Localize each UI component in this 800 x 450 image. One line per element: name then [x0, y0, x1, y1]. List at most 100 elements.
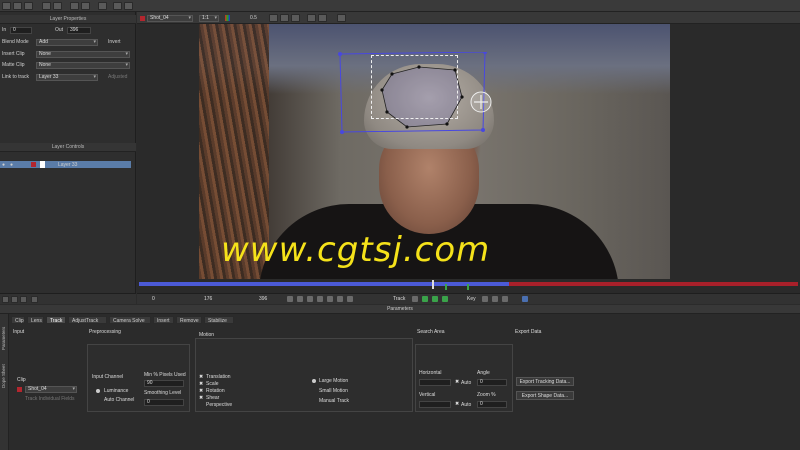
- blend-mode-select[interactable]: Add: [36, 39, 98, 46]
- mesh-toggle-icon[interactable]: [291, 14, 300, 22]
- viewer: Shot_04 1:1 0.5: [137, 12, 800, 280]
- eye-icon[interactable]: ●: [2, 162, 5, 168]
- luminance-radio[interactable]: [96, 389, 100, 393]
- adjusted-label: Adjusted: [108, 74, 128, 80]
- link-to-track-select[interactable]: Layer 33: [36, 74, 98, 81]
- keyframe-marker[interactable]: [467, 284, 469, 290]
- timeline[interactable]: [137, 280, 800, 293]
- track-backward-frame-icon[interactable]: [422, 296, 428, 302]
- expand-icon[interactable]: [31, 296, 38, 303]
- zoom-select[interactable]: 1:1: [199, 15, 219, 22]
- min-pixels-field[interactable]: 90: [144, 380, 184, 387]
- footage-frame[interactable]: www.cgtsj.com: [199, 24, 670, 279]
- keyframe-marker[interactable]: [445, 284, 447, 290]
- out-field[interactable]: 396: [67, 27, 91, 34]
- tab-track[interactable]: Track: [46, 316, 66, 324]
- add-layer-icon[interactable]: [2, 296, 9, 303]
- new-file-icon[interactable]: [2, 2, 11, 10]
- prev-key-icon[interactable]: [482, 296, 488, 302]
- move-handle-icon[interactable]: [469, 90, 493, 114]
- manual-track-label[interactable]: Manual Track: [319, 398, 349, 404]
- shear-check-icon[interactable]: ✖: [199, 395, 203, 401]
- frame-in[interactable]: 176: [204, 296, 212, 302]
- track-forward-frame-icon[interactable]: [432, 296, 438, 302]
- point-tool-icon[interactable]: [81, 2, 90, 10]
- invert-label[interactable]: Invert: [108, 38, 121, 47]
- layer-name: Layer 33: [58, 162, 78, 168]
- horizontal-field[interactable]: [419, 379, 451, 386]
- zoom-field[interactable]: 0: [477, 401, 507, 408]
- stop-icon[interactable]: [317, 296, 323, 302]
- track-individual-fields[interactable]: Track Individual Fields: [25, 396, 75, 402]
- clip-label: Clip: [17, 377, 26, 383]
- matte-clip-select[interactable]: None: [36, 62, 130, 69]
- redo-icon[interactable]: [53, 2, 62, 10]
- color-channels-icon[interactable]: [225, 15, 230, 21]
- add-key-icon[interactable]: [492, 296, 498, 302]
- insert-clip-label: Insert Clip: [2, 51, 25, 57]
- next-key-icon[interactable]: [502, 296, 508, 302]
- goto-end-icon[interactable]: [347, 296, 353, 302]
- insert-clip-select[interactable]: None: [36, 51, 130, 58]
- save-icon[interactable]: [24, 2, 33, 10]
- layer-row[interactable]: ● ● Layer 33: [0, 161, 131, 168]
- perspective-label[interactable]: Perspective: [206, 402, 232, 408]
- auto-key-icon[interactable]: [522, 296, 528, 302]
- planar-surface-icon[interactable]: [307, 14, 316, 22]
- tab-camera-solve[interactable]: Camera Solve: [109, 316, 151, 324]
- side-tab-dope-sheet[interactable]: Dope Sheet: [1, 354, 8, 388]
- in-field[interactable]: 0: [10, 27, 32, 34]
- auto-channel-label[interactable]: Auto Channel: [104, 397, 134, 403]
- goto-start-icon[interactable]: [287, 296, 293, 302]
- open-file-icon[interactable]: [13, 2, 22, 10]
- large-motion-radio[interactable]: [312, 379, 316, 383]
- planar-surface-box[interactable]: [371, 55, 458, 119]
- smoothing-field[interactable]: 0: [144, 399, 184, 406]
- planar-grid-icon[interactable]: [318, 14, 327, 22]
- small-motion-label[interactable]: Small Motion: [319, 388, 348, 394]
- tab-adjust-track[interactable]: AdjustTrack: [68, 316, 107, 324]
- rotation-check-icon[interactable]: ✖: [199, 388, 203, 394]
- tab-lens[interactable]: Lens: [27, 316, 44, 324]
- frame-start[interactable]: 0: [152, 296, 155, 302]
- play-back-icon[interactable]: [307, 296, 313, 302]
- stabilize-view-icon[interactable]: [337, 14, 346, 22]
- eye-icon[interactable]: ●: [10, 162, 13, 168]
- zoom-tool-icon[interactable]: [124, 2, 133, 10]
- prev-frame-icon[interactable]: [297, 296, 303, 302]
- tab-insert[interactable]: Insert: [153, 316, 174, 324]
- export-tracking-data-button[interactable]: Export Tracking Data...: [516, 377, 574, 386]
- hand-tool-icon[interactable]: [113, 2, 122, 10]
- scale-check-icon[interactable]: ✖: [199, 381, 203, 387]
- duplicate-layer-icon[interactable]: [11, 296, 18, 303]
- undo-icon[interactable]: [42, 2, 51, 10]
- pen-tool-icon[interactable]: [98, 2, 107, 10]
- side-tab-parameters[interactable]: Parameters: [1, 318, 8, 350]
- playhead[interactable]: [432, 280, 434, 289]
- opacity-value[interactable]: 0.5: [250, 15, 257, 21]
- input-clip-select[interactable]: Shot_04: [25, 386, 77, 393]
- play-icon[interactable]: [327, 296, 333, 302]
- vertical-auto-check-icon[interactable]: ✖: [455, 401, 459, 407]
- tab-clip[interactable]: Clip: [11, 316, 25, 324]
- tab-stabilize[interactable]: Stabilize: [204, 316, 234, 324]
- track-backward-icon[interactable]: [412, 296, 418, 302]
- out-label: Out: [55, 27, 64, 33]
- angle-field[interactable]: 0: [477, 379, 507, 386]
- delete-layer-icon[interactable]: [20, 296, 27, 303]
- search-area-title: Search Area: [417, 329, 445, 335]
- input-channel-label: Input Channel: [92, 374, 124, 380]
- select-tool-icon[interactable]: [70, 2, 79, 10]
- track-forward-icon[interactable]: [442, 296, 448, 302]
- horizontal-auto-check-icon[interactable]: ✖: [455, 379, 459, 385]
- export-shape-data-button[interactable]: Export Shape Data...: [516, 391, 574, 400]
- translation-label: Translation: [206, 374, 231, 380]
- vertical-field[interactable]: [419, 401, 451, 408]
- frame-out[interactable]: 396: [259, 296, 267, 302]
- tab-remove[interactable]: Remove: [176, 316, 202, 324]
- next-frame-icon[interactable]: [337, 296, 343, 302]
- clip-select[interactable]: Shot_04: [147, 15, 193, 22]
- translation-check-icon[interactable]: ✖: [199, 374, 203, 380]
- grid-toggle-icon[interactable]: [280, 14, 289, 22]
- overlay-toggle-icon[interactable]: [269, 14, 278, 22]
